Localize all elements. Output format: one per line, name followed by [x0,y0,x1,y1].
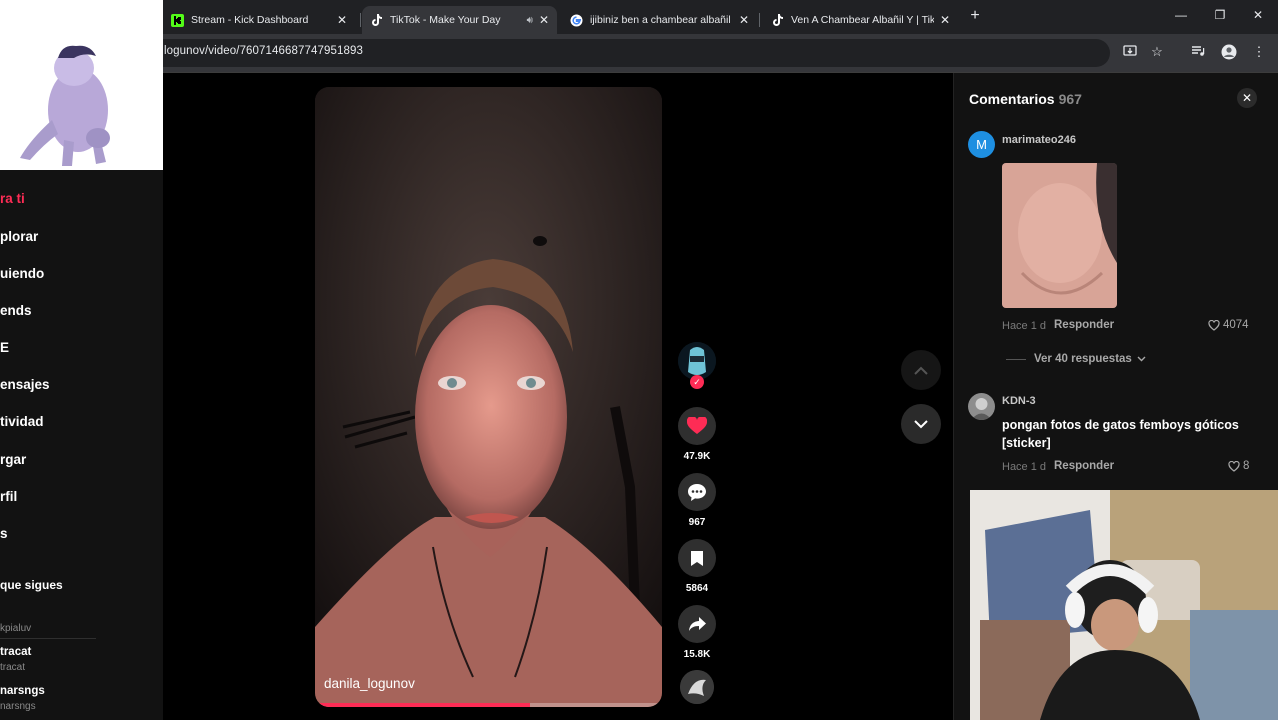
next-video-button[interactable] [901,404,941,444]
previous-video-button[interactable] [901,350,941,390]
streamer-webcam-overlay [970,490,1278,720]
followed-account-name[interactable]: tracat [0,646,31,658]
tab-kick-dashboard[interactable]: Stream - Kick Dashboard ✕ [163,6,355,34]
commenter-avatar[interactable]: M [968,131,995,158]
follow-check-icon[interactable]: ✓ [690,375,704,389]
comment-time: Hace 1 d [1002,461,1047,473]
music-disc-icon[interactable] [680,670,714,704]
followed-account-handle[interactable]: kpialuv [0,623,31,634]
video-player[interactable]: danila_logunov [315,87,662,707]
tab-title: TikTok - Make Your Day [390,14,501,26]
tiktok-icon [370,14,383,27]
comment-like-count: 4074 [1223,319,1249,331]
nav-messages[interactable]: ensajes [0,377,50,392]
followed-account-name[interactable]: narsngs [0,685,45,697]
comment-time: Hace 1 d [1002,320,1047,332]
maximize-icon[interactable]: ❐ [1212,8,1228,22]
followed-account-handle: narsngs [0,701,36,712]
share-action[interactable]: 15.8K [677,605,717,660]
comments-title-text: Comentarios [969,91,1055,107]
url-text[interactable]: logunov/video/7607146687747951893 [164,45,363,57]
comment-like[interactable]: 8 [1228,460,1249,472]
heart-icon[interactable] [678,407,716,445]
minimize-icon[interactable]: — [1173,8,1189,22]
comment-sticker-image[interactable] [1002,163,1117,308]
video-author[interactable]: danila_logunov [324,676,415,691]
close-comments-icon[interactable]: ✕ [1237,88,1257,108]
tab-title: ijibiniz ben a chambear albañil [590,14,731,26]
comment-like-count: 8 [1243,460,1250,472]
screen: Stream - Kick Dashboard ✕ TikTok - Make … [0,0,1278,720]
heart-outline-icon [1228,460,1240,472]
nav-more[interactable]: s [0,526,8,541]
nav-following[interactable]: uiendo [0,266,44,281]
nav-divider [0,638,96,639]
kick-icon [171,13,184,27]
commenter-username[interactable]: marimateo246 [1002,134,1076,146]
browser-tab-bar: Stream - Kick Dashboard ✕ TikTok - Make … [0,0,1278,34]
close-tab-icon[interactable]: ✕ [337,13,347,27]
video-progress-fill [315,703,531,707]
view-replies-label: Ver 40 respuestas [1034,353,1132,365]
bookmark-icon[interactable] [678,539,716,577]
tiktok-icon [771,14,784,27]
chevron-up-icon [914,366,928,375]
comment-action[interactable]: 967 [677,473,717,528]
nav-explore[interactable]: plorar [0,229,38,244]
close-tab-icon[interactable]: ✕ [539,13,549,27]
new-tab-button[interactable]: + [966,7,984,25]
save-action[interactable]: 5864 [677,539,717,594]
like-action[interactable]: 47.9K [677,407,717,462]
comment-text: pongan fotos de gatos femboys góticos [s… [1002,418,1239,450]
share-arrow-icon[interactable] [678,605,716,643]
reply-button[interactable]: Responder [1054,319,1114,331]
followed-account-handle: tracat [0,662,26,673]
tab-title: Stream - Kick Dashboard [191,14,309,26]
close-window-icon[interactable]: ✕ [1250,8,1266,22]
tiktok-sidebar: ra ti plorar uiendo ends E ensajes tivid… [0,73,163,720]
commenter-username[interactable]: KDN-3 [1002,395,1036,407]
media-control-icon[interactable] [1190,44,1206,60]
like-count: 47.9K [683,451,711,462]
commenter-avatar[interactable] [968,393,995,420]
replies-line [1006,358,1026,360]
view-replies-button[interactable]: Ver 40 respuestas [1006,353,1146,365]
nav-for-you[interactable]: ra ti [0,191,25,206]
chevron-down-icon [914,419,928,428]
speaker-icon[interactable]: 🔊︎ [527,15,533,26]
menu-kebab-icon[interactable]: ⋮ [1251,44,1267,60]
nav-upload[interactable]: rgar [0,452,26,467]
tab-google-search[interactable]: ijibiniz ben a chambear albañil ✕ [562,6,757,34]
comments-count: 967 [1058,91,1082,107]
video-progress-bar[interactable] [315,703,662,707]
nav-live[interactable]: E [0,340,9,355]
tab-title: Ven A Chambear Albañil Y | Tik [791,14,934,26]
nav-friends[interactable]: ends [0,303,32,318]
tab-tiktok[interactable]: TikTok - Make Your Day 🔊︎ ✕ [362,6,557,34]
comment-bubble-icon[interactable] [678,473,716,511]
bookmark-star-icon[interactable]: ☆ [1149,44,1165,60]
nav-activity[interactable]: tividad [0,414,44,429]
save-count: 5864 [685,583,709,594]
tab-tiktok-albanil[interactable]: Ven A Chambear Albañil Y | Tik ✕ [763,6,958,34]
close-tab-icon[interactable]: ✕ [940,13,950,27]
comments-title: Comentarios 967 [969,91,1082,107]
comment-count: 967 [688,517,706,528]
video-frame [315,87,662,707]
nav-profile[interactable]: rfil [0,489,17,504]
tab-separator [360,13,361,27]
reply-button[interactable]: Responder [1054,460,1114,472]
close-tab-icon[interactable]: ✕ [739,13,749,27]
google-icon [570,14,583,27]
following-accounts-header: que sigues [0,578,63,592]
chevron-down-icon [1137,356,1146,362]
comment-like[interactable]: 4074 [1208,319,1249,331]
share-count: 15.8K [683,649,711,660]
heart-outline-icon [1208,319,1220,331]
stream-overlay-dog-image [0,0,163,170]
tab-separator [759,13,760,27]
profile-avatar-icon[interactable] [1221,44,1237,60]
install-app-icon[interactable] [1122,44,1138,60]
